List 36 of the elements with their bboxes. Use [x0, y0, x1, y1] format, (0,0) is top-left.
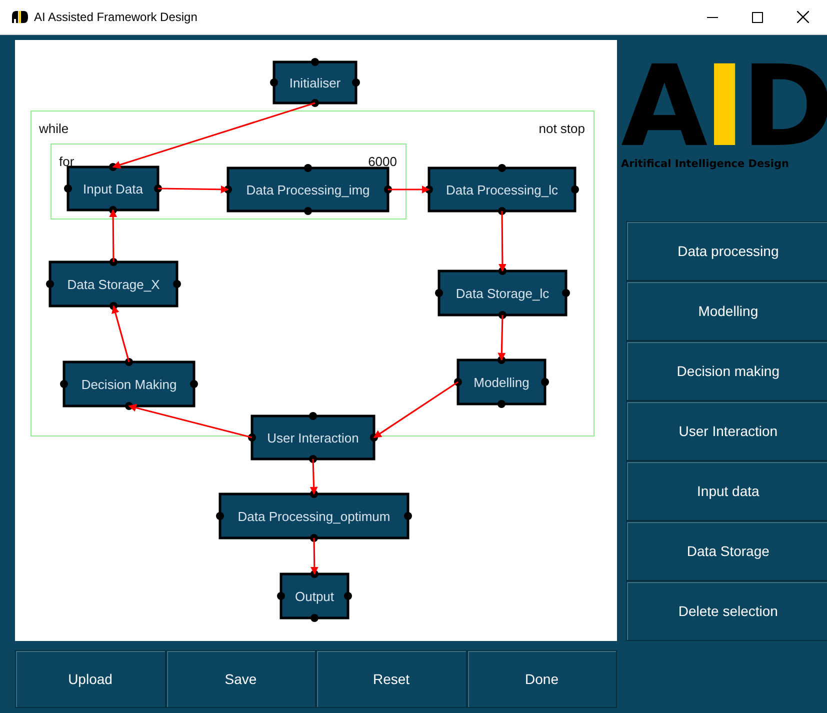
diagram-node[interactable]: Data Processing_optimum [216, 490, 412, 542]
action-button[interactable]: Upload [15, 650, 166, 708]
diagram-node[interactable]: Output [277, 570, 352, 622]
add-node-button[interactable]: Input data [626, 461, 827, 521]
add-node-button[interactable]: User Interaction [626, 401, 827, 461]
diagram-node[interactable]: User Interaction [248, 412, 378, 463]
diagram-node[interactable]: Data Storage_lc [435, 267, 570, 319]
connector-arrow [498, 314, 506, 361]
action-button[interactable]: Save [166, 650, 316, 708]
add-node-button[interactable]: Data processing [626, 221, 827, 281]
add-node-button[interactable]: Data Storage [626, 521, 827, 581]
loop-label: while [39, 121, 69, 136]
connector-arrow [109, 209, 118, 262]
connector-arrow [112, 305, 130, 362]
logo-tagline: Aritifical Intelligence Design [621, 158, 790, 170]
connector-arrow [310, 458, 318, 495]
connector-arrow [310, 538, 318, 575]
diagram-node[interactable]: Decision Making [60, 358, 198, 410]
action-button[interactable]: Reset [316, 650, 466, 708]
add-node-button[interactable]: Delete selection [626, 581, 827, 641]
app-logo-icon [12, 11, 28, 23]
add-node-button[interactable]: Decision making [626, 341, 827, 401]
connector-arrow [498, 211, 506, 272]
diagram-node[interactable]: Data Processing_lc [425, 164, 579, 215]
diagram-node[interactable]: Data Storage_X [46, 258, 181, 310]
window-title: AI Assisted Framework Design [34, 10, 198, 24]
diagram-node[interactable]: Initialiser [270, 58, 360, 107]
close-icon[interactable] [797, 11, 809, 23]
connector-arrow [388, 186, 430, 194]
connector-arrow [158, 185, 229, 194]
action-button[interactable]: Done [466, 650, 617, 708]
maximize-icon[interactable] [752, 12, 763, 22]
add-node-button[interactable]: Modelling [626, 281, 827, 341]
logo-mark: AID [621, 62, 827, 154]
loop-condition: not stop [538, 121, 585, 136]
diagram-node[interactable]: Modelling [454, 356, 549, 408]
